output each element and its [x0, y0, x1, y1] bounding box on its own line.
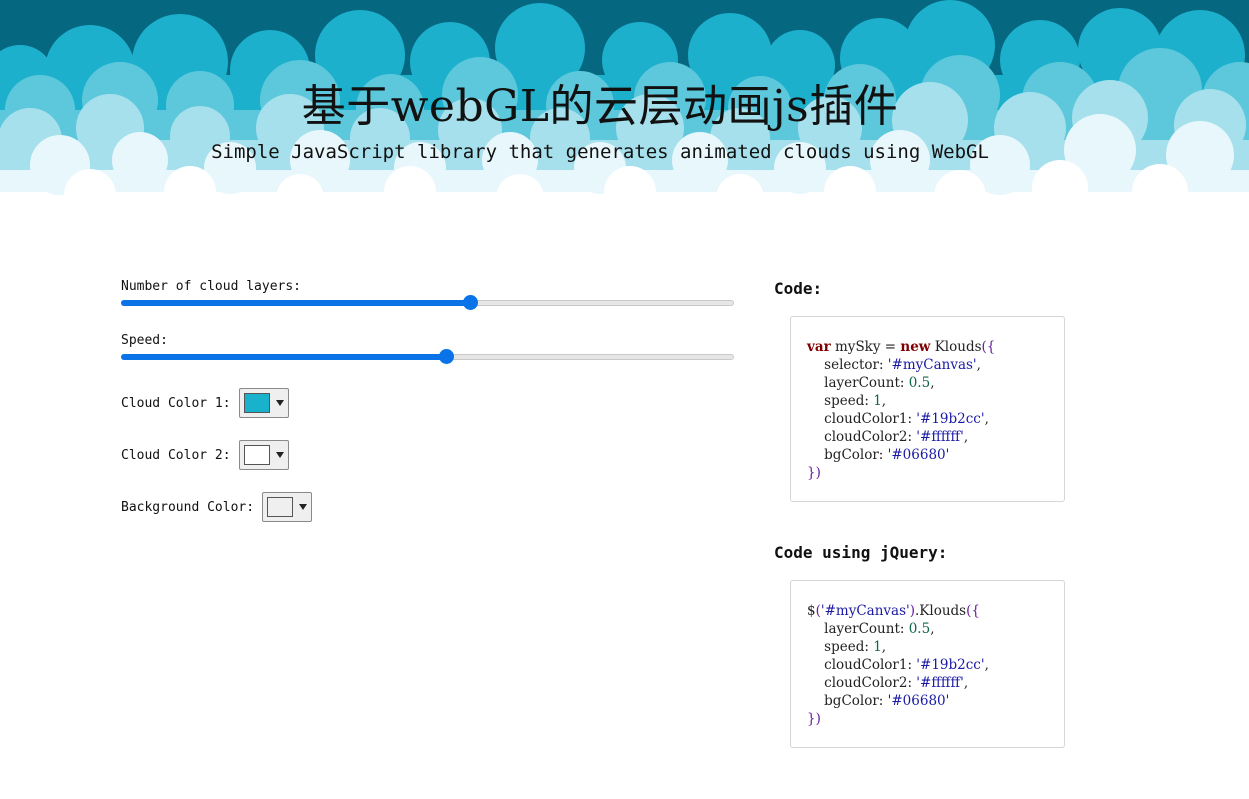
code-heading: Code: — [774, 279, 823, 298]
code-token: 1 — [873, 639, 882, 655]
code-line: cloudColor1: '#19b2cc', — [807, 656, 1064, 674]
code-token: '#ffffff' — [916, 675, 964, 691]
code-token: selector: — [807, 357, 888, 373]
speed-label: Speed: — [121, 333, 168, 348]
slider-thumb[interactable] — [463, 295, 479, 310]
layer-count-slider[interactable] — [121, 295, 734, 311]
code-token: ({ — [966, 603, 980, 619]
code-token: '#06680' — [887, 693, 950, 709]
background-color-label: Background Color: — [121, 499, 255, 515]
color-swatch — [243, 393, 270, 413]
color-swatch — [243, 445, 270, 465]
cloud-color-1-control: Cloud Color 1: — [121, 387, 734, 419]
layer-count-label: Number of cloud layers: — [121, 279, 302, 294]
speed-control: Speed: — [121, 333, 734, 387]
code-token: var — [807, 339, 831, 355]
code-token: 0.5 — [908, 375, 931, 391]
cloud-color-1-label: Cloud Color 1: — [121, 395, 231, 411]
code-line: cloudColor2: '#ffffff', — [807, 674, 1064, 692]
settings-panel: Number of cloud layers: Speed: Cloud Col… — [121, 279, 734, 543]
code-line: layerCount: 0.5, — [807, 374, 1064, 392]
code-token: 0.5 — [908, 621, 931, 637]
code-token: 1 — [873, 393, 882, 409]
code-example-section: Code: var mySky = new Klouds({ selector:… — [774, 279, 1074, 502]
code-token: $ — [807, 603, 816, 619]
code-line: selector: '#myCanvas', — [807, 356, 1064, 374]
code-token: new — [900, 339, 931, 355]
code-line: }) — [807, 464, 1064, 482]
code-token: , — [963, 429, 969, 445]
page-subtitle: Simple JavaScript library that generates… — [211, 141, 989, 163]
code-token: '#ffffff' — [916, 429, 964, 445]
dropdown-arrow-icon — [275, 452, 284, 458]
speed-slider[interactable] — [121, 349, 734, 365]
code-token: , — [984, 411, 989, 427]
code-token: cloudColor2: — [807, 429, 917, 445]
background-color-control: Background Color: — [121, 491, 734, 523]
jquery-code-section: Code using jQuery: $('#myCanvas').Klouds… — [774, 543, 1074, 748]
code-token: bgColor: — [807, 693, 888, 709]
code-token: '#myCanvas' — [820, 603, 910, 619]
slider-fill — [121, 300, 471, 306]
code-token: , — [930, 375, 935, 391]
code-token: '#19b2cc' — [916, 411, 985, 427]
code-token: mySky = — [830, 339, 901, 355]
dropdown-arrow-icon — [275, 400, 284, 406]
code-token: , — [930, 621, 935, 637]
code-token: '#19b2cc' — [916, 657, 985, 673]
code-line: speed: 1, — [807, 392, 1064, 410]
code-token: bgColor: — [807, 447, 888, 463]
code-line: }) — [807, 710, 1064, 728]
layer-count-control: Number of cloud layers: — [121, 279, 734, 333]
code-line: var mySky = new Klouds({ — [807, 338, 1064, 356]
code-token: cloudColor1: — [807, 411, 917, 427]
code-line: cloudColor2: '#ffffff', — [807, 428, 1064, 446]
code-token: cloudColor2: — [807, 675, 917, 691]
background-color-picker[interactable] — [262, 492, 313, 522]
code-token: layerCount: — [807, 621, 909, 637]
slider-thumb[interactable] — [438, 349, 454, 364]
cloud-color-2-label: Cloud Color 2: — [121, 447, 231, 463]
slider-fill — [121, 354, 446, 360]
color-swatch — [267, 497, 294, 517]
code-token: Klouds — [930, 339, 982, 355]
jquery-code-heading: Code using jQuery: — [774, 543, 948, 562]
cloud-color-2-picker[interactable] — [238, 440, 289, 470]
code-token: layerCount: — [807, 375, 909, 391]
code-line: speed: 1, — [807, 638, 1064, 656]
code-token: , — [984, 657, 989, 673]
code-token: .Klouds — [915, 603, 967, 619]
code-token: , — [881, 639, 887, 655]
code-line: $('#myCanvas').Klouds({ — [807, 602, 1064, 620]
code-token: speed: — [807, 639, 874, 655]
code-token: , — [881, 393, 887, 409]
code-line: layerCount: 0.5, — [807, 620, 1064, 638]
code-token: '#06680' — [887, 447, 950, 463]
cloud-color-2-control: Cloud Color 2: — [121, 439, 734, 471]
code-block: var mySky = new Klouds({ selector: '#myC… — [790, 316, 1065, 502]
code-line: bgColor: '#06680' — [807, 692, 1064, 710]
code-token: }) — [807, 711, 821, 727]
code-line: cloudColor1: '#19b2cc', — [807, 410, 1064, 428]
code-token: ({ — [981, 339, 996, 355]
code-line: bgColor: '#06680' — [807, 446, 1064, 464]
code-token: }) — [807, 465, 821, 481]
page-title: 基于webGL的云层动画js插件 — [301, 81, 899, 132]
code-token: cloudColor1: — [807, 657, 917, 673]
code-token: speed: — [807, 393, 874, 409]
code-token: '#myCanvas' — [887, 357, 977, 373]
dropdown-arrow-icon — [299, 504, 308, 510]
code-token: , — [963, 675, 969, 691]
jquery-code-block: $('#myCanvas').Klouds({ layerCount: 0.5,… — [790, 580, 1065, 748]
cloud-color-1-picker[interactable] — [238, 388, 289, 418]
code-token: , — [976, 357, 981, 373]
